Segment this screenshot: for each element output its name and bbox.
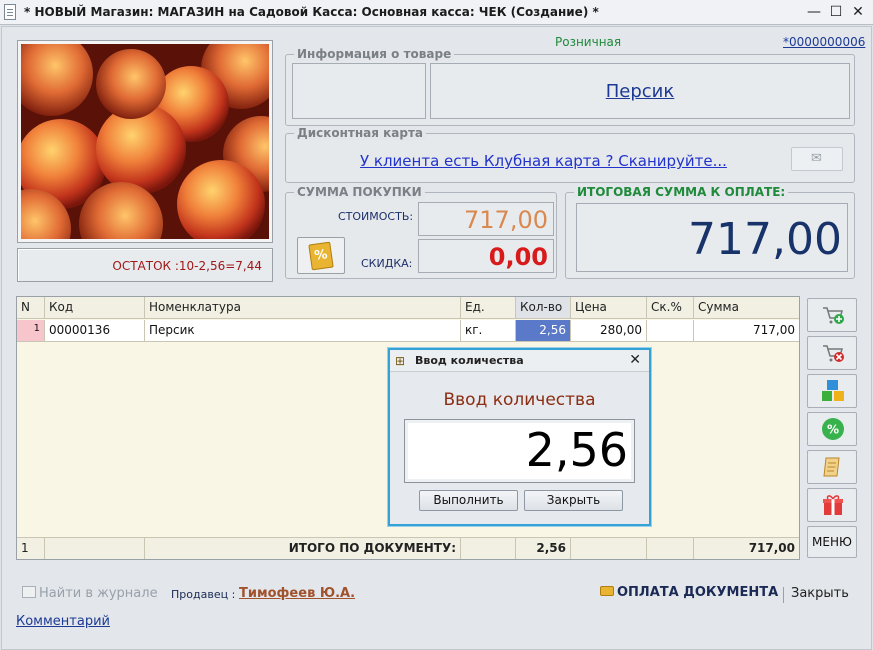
wallet-icon bbox=[600, 586, 614, 596]
stock-text: ОСТАТОК :10-2,56=7,44 bbox=[112, 259, 262, 273]
product-photo-frame bbox=[17, 40, 273, 243]
product-info-title: Информация о товаре bbox=[294, 47, 455, 61]
remove-item-button[interactable] bbox=[807, 336, 857, 370]
cost-field: 717,00 bbox=[418, 202, 554, 236]
title-bar: * НОВЫЙ Магазин: МАГАЗИН на Садовой Касс… bbox=[0, 0, 873, 25]
cart-add-icon bbox=[823, 307, 844, 324]
footer-empty-unit bbox=[461, 537, 516, 559]
product-photo bbox=[21, 44, 269, 239]
journal-icon bbox=[22, 586, 36, 598]
col-header-discount[interactable]: Ск.% bbox=[647, 297, 694, 319]
product-info-left-field bbox=[292, 63, 426, 119]
cell-price[interactable]: 280,00 bbox=[571, 320, 647, 342]
footer-empty-price bbox=[571, 537, 647, 559]
close-window-button[interactable]: ✕ bbox=[848, 3, 868, 21]
pay-document-button[interactable]: ОПЛАТА ДОКУМЕНТА bbox=[600, 585, 778, 600]
col-header-unit[interactable]: Ед. bbox=[461, 297, 516, 319]
total-group: ИТОГОВАЯ СУММА К ОПЛАТЕ: 717,00 bbox=[565, 185, 855, 279]
col-header-n[interactable]: N bbox=[17, 297, 45, 319]
receipt-icon bbox=[823, 457, 840, 477]
seller-label: Продавец : bbox=[171, 588, 236, 601]
window-title: * НОВЫЙ Магазин: МАГАЗИН на Садовой Касс… bbox=[24, 5, 599, 19]
cell-code[interactable]: 00000136 bbox=[45, 320, 145, 342]
total-field: 717,00 bbox=[576, 203, 848, 272]
execute-button[interactable]: Выполнить bbox=[419, 490, 518, 511]
footer-divider bbox=[783, 587, 784, 603]
product-info-group: Информация о товаре Персик bbox=[285, 47, 855, 126]
discount-label: СКИДКА: bbox=[361, 257, 413, 270]
price-type-label: Розничная bbox=[555, 35, 622, 49]
cell-discount[interactable] bbox=[647, 320, 694, 342]
cell-unit[interactable]: кг. bbox=[461, 320, 516, 342]
quantity-input[interactable]: 2,56 bbox=[404, 419, 635, 483]
stock-panel: ОСТАТОК :10-2,56=7,44 bbox=[17, 248, 273, 282]
col-header-price[interactable]: Цена bbox=[571, 297, 647, 319]
pay-document-label: ОПЛАТА ДОКУМЕНТА bbox=[617, 585, 779, 600]
footer-total-label: ИТОГО ПО ДОКУМЕНТУ: bbox=[145, 537, 461, 559]
cart-remove-icon bbox=[823, 345, 844, 362]
col-header-qty[interactable]: Кол-во bbox=[516, 297, 571, 319]
dialog-close-button[interactable]: Закрыть bbox=[524, 490, 623, 511]
discount-button[interactable]: % bbox=[297, 237, 345, 274]
cell-sum[interactable]: 717,00 bbox=[694, 320, 799, 342]
footer-qty: 2,56 bbox=[516, 537, 571, 559]
cell-qty[interactable]: 2,56 bbox=[516, 320, 571, 342]
scan-card-link[interactable]: У клиента есть Клубная карта ? Сканируйт… bbox=[360, 152, 727, 170]
peaches-image bbox=[21, 44, 269, 239]
dialog-close-icon[interactable]: ✕ bbox=[629, 352, 641, 368]
footer-sum: 717,00 bbox=[694, 537, 799, 559]
menu-button[interactable]: МЕНЮ bbox=[807, 526, 857, 558]
minimize-button[interactable]: — bbox=[804, 3, 824, 21]
percent-glyph: % bbox=[827, 423, 839, 437]
dialog-title: Ввод количества bbox=[415, 354, 524, 367]
receipt-button[interactable] bbox=[807, 450, 857, 484]
maximize-button[interactable]: ☐ bbox=[826, 3, 846, 21]
sms-button[interactable]: ✉ bbox=[791, 147, 843, 171]
dialog-title-bar: ⊞ Ввод количества ✕ bbox=[390, 350, 649, 372]
dialog-form-icon: ⊞ bbox=[395, 354, 406, 368]
footer-empty-code bbox=[45, 537, 145, 559]
document-icon bbox=[4, 4, 16, 20]
document-number-link[interactable]: *0000000006 bbox=[783, 35, 865, 49]
footer-count: 1 bbox=[17, 537, 45, 559]
col-header-sum[interactable]: Сумма bbox=[694, 297, 799, 319]
find-in-journal-button[interactable]: Найти в журнале bbox=[22, 586, 158, 601]
gift-button[interactable] bbox=[807, 488, 857, 522]
gift-icon bbox=[823, 495, 843, 515]
quantity-value: 2,56 bbox=[525, 423, 628, 477]
discount-card-group: Дисконтная карта У клиента есть Клубная … bbox=[285, 126, 855, 183]
discount-card-title: Дисконтная карта bbox=[294, 126, 426, 140]
purchase-sum-group: СУММА ПОКУПКИ СТОИМОСТЬ: 717,00 % СКИДКА… bbox=[285, 185, 557, 279]
purchase-sum-title: СУММА ПОКУПКИ bbox=[294, 185, 425, 199]
find-in-journal-label: Найти в журнале bbox=[39, 586, 158, 601]
total-title: ИТОГОВАЯ СУММА К ОПЛАТЕ: bbox=[574, 185, 789, 199]
footer-empty-discount bbox=[647, 537, 694, 559]
total-value: 717,00 bbox=[688, 214, 842, 265]
discount-percent-button[interactable]: % bbox=[807, 412, 857, 446]
cost-label: СТОИМОСТЬ: bbox=[338, 210, 414, 223]
dialog-heading: Ввод количества bbox=[443, 390, 596, 410]
percent-tag-icon: % bbox=[308, 241, 334, 271]
seller-name-link[interactable]: Тимофеев Ю.А. bbox=[239, 586, 355, 601]
comment-link[interactable]: Комментарий bbox=[16, 614, 110, 629]
quantity-dialog: ⊞ Ввод количества ✕ Ввод количества 2,56… bbox=[388, 348, 651, 526]
product-name-link[interactable]: Персик bbox=[431, 81, 849, 102]
discount-value: 0,00 bbox=[488, 243, 548, 271]
cell-n[interactable]: 1 bbox=[17, 320, 45, 342]
col-header-code[interactable]: Код bbox=[45, 297, 145, 319]
product-info-name-field: Персик bbox=[430, 63, 850, 119]
envelope-icon: ✉ bbox=[811, 151, 822, 166]
catalog-button[interactable] bbox=[807, 374, 857, 408]
cost-value: 717,00 bbox=[464, 206, 548, 234]
close-form-button[interactable]: Закрыть bbox=[791, 586, 849, 601]
discount-field: 0,00 bbox=[418, 239, 554, 273]
blocks-icon bbox=[822, 380, 844, 401]
cell-name[interactable]: Персик bbox=[145, 320, 461, 342]
col-header-name[interactable]: Номенклатура bbox=[145, 297, 461, 319]
percent-badge-icon: % bbox=[822, 418, 844, 440]
add-item-button[interactable] bbox=[807, 298, 857, 332]
